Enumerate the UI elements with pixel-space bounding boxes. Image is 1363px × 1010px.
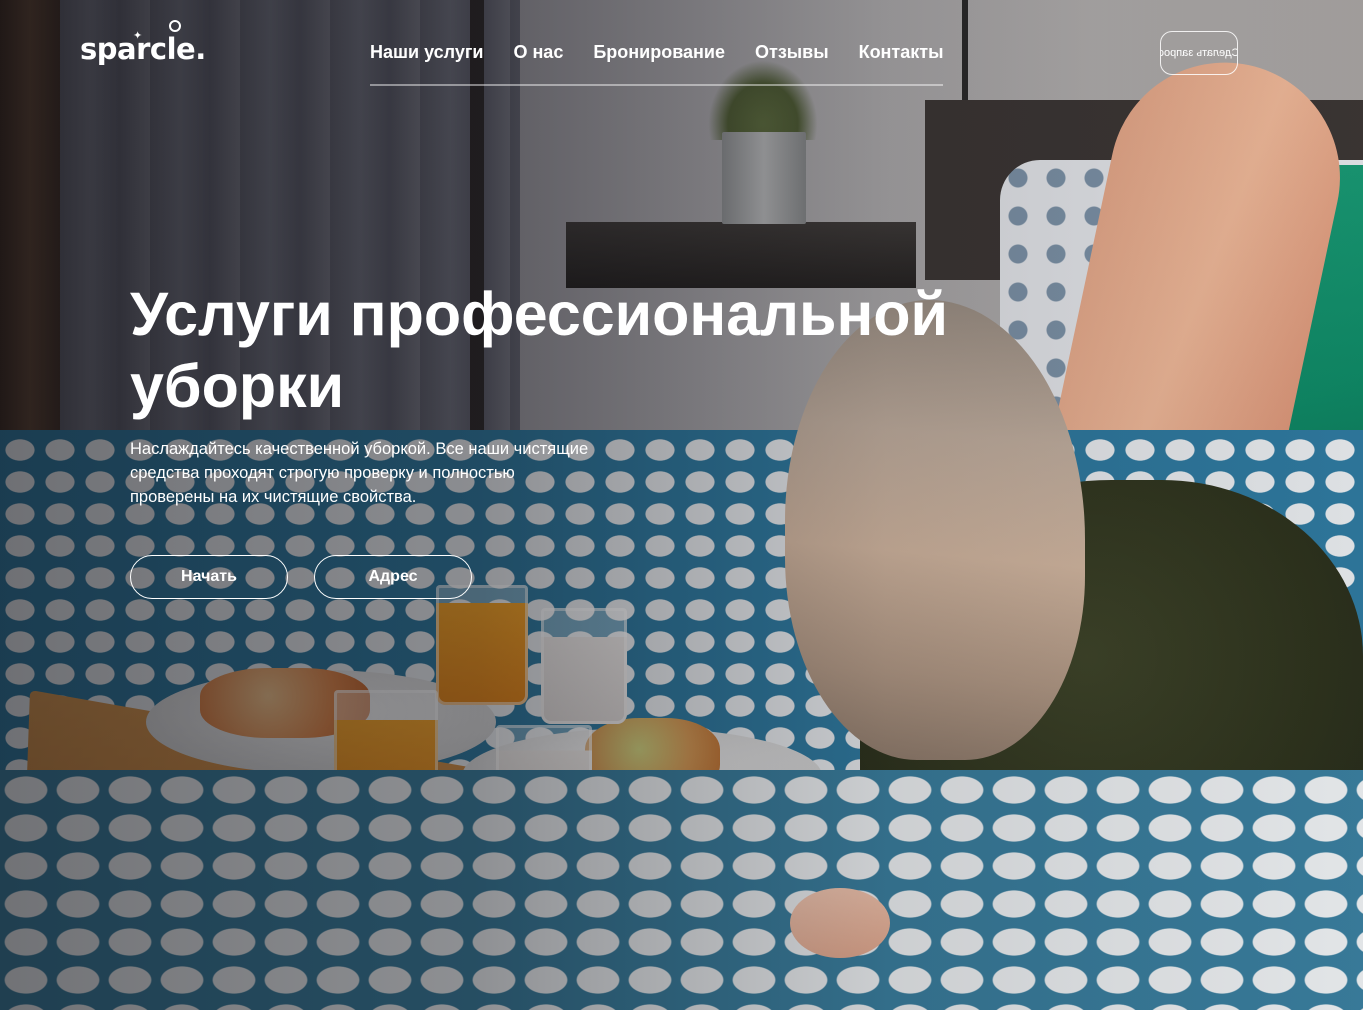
ring-icon (169, 20, 181, 32)
logo[interactable]: sparcle. (80, 32, 206, 66)
sparkle-icon: ✦ (133, 30, 143, 42)
hero-section: sparcle. ✦ Наши услуги О нас Бронировани… (0, 0, 1363, 1010)
hero-subtitle: Наслаждайтесь качественной уборкой. Все … (130, 440, 589, 506)
hero-title-line2: уборки (130, 352, 345, 420)
start-button[interactable]: Начать (130, 555, 288, 599)
nav-item-about[interactable]: О нас (513, 40, 563, 84)
main-nav: Наши услуги О нас Бронирование Отзывы Ко… (370, 40, 943, 86)
nav-item-reviews[interactable]: Отзывы (755, 40, 829, 84)
hero-title-line1: Услуги профессиональной (130, 280, 949, 348)
request-button[interactable]: Сделать запрос (1160, 31, 1238, 75)
nav-item-services[interactable]: Наши услуги (370, 40, 483, 84)
site-header: sparcle. ✦ Наши услуги О нас Бронировани… (0, 0, 1363, 100)
nav-item-contacts[interactable]: Контакты (859, 40, 944, 84)
hero-title: Услуги профессиональной уборки (130, 278, 1030, 422)
nav-item-booking[interactable]: Бронирование (593, 40, 725, 84)
address-button[interactable]: Адрес (314, 555, 472, 599)
